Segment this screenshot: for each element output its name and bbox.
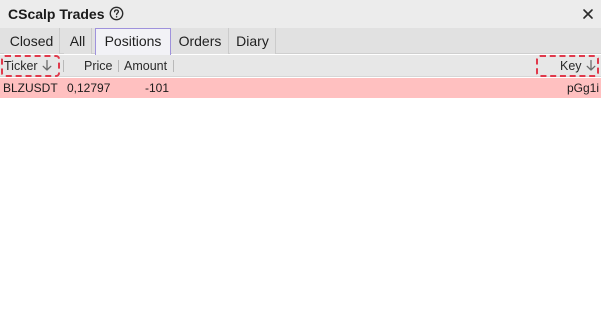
- highlight-key-header: [536, 55, 599, 77]
- cell-ticker: BLZUSDT: [3, 81, 58, 95]
- tab-all[interactable]: All: [64, 28, 92, 54]
- close-icon[interactable]: [580, 6, 596, 22]
- cell-amount: -101: [145, 81, 170, 95]
- window-title: CScalp Trades: [8, 6, 105, 22]
- tab-closed[interactable]: Closed: [4, 28, 60, 54]
- column-divider[interactable]: [118, 60, 119, 72]
- tab-orders[interactable]: Orders: [172, 28, 229, 54]
- column-header-price[interactable]: Price: [84, 55, 112, 77]
- tab-bar: Closed All Positions Orders Diary: [0, 28, 601, 55]
- title-bar: CScalp Trades: [0, 0, 601, 28]
- table-header: Ticker Price Amount Key: [0, 55, 601, 77]
- column-divider[interactable]: [173, 60, 174, 72]
- tab-positions[interactable]: Positions: [95, 28, 171, 55]
- help-circle-icon[interactable]: [109, 6, 124, 21]
- tab-diary[interactable]: Diary: [230, 28, 276, 54]
- cell-key: pGg1i: [567, 81, 600, 95]
- cscalp-trades-window: CScalp Trades Closed All Positions Order…: [0, 0, 601, 330]
- cell-price: 0,12797: [67, 81, 111, 95]
- column-divider[interactable]: [63, 60, 64, 72]
- column-header-amount[interactable]: Amount: [124, 55, 167, 77]
- highlight-ticker-header: [1, 55, 60, 77]
- table-row[interactable]: BLZUSDT 0,12797 -101 pGg1i: [0, 78, 601, 98]
